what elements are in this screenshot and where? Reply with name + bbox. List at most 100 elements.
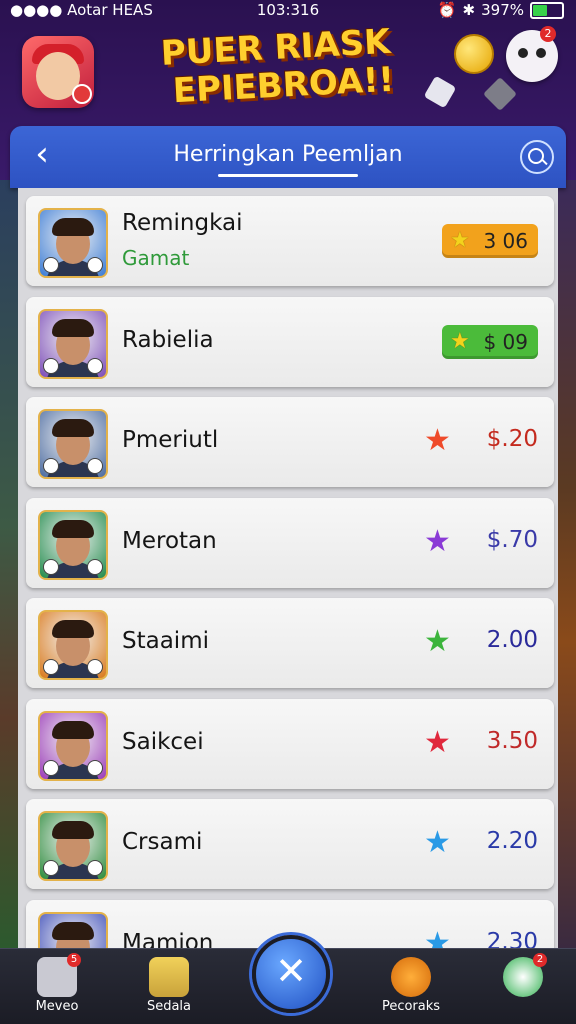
avatar-hair — [52, 921, 94, 940]
star-icon: ★ — [424, 423, 451, 458]
avatar-hair — [52, 620, 94, 638]
player-subtitle: Gamat — [122, 246, 190, 270]
title-underline — [218, 174, 358, 177]
avatar-badge-left-icon — [43, 458, 59, 474]
player-name: Pmeriutl — [122, 427, 219, 453]
star-icon: ★ — [424, 925, 451, 948]
score-pill[interactable]: ★ $ 09 — [442, 324, 538, 359]
score-value: $ 09 — [483, 329, 528, 354]
star-icon: ★ — [424, 624, 451, 659]
score-value-group: ★ $.20 — [408, 424, 538, 458]
list-item[interactable]: Crsami ★ 2.20 — [26, 799, 554, 889]
bluetooth-icon: ✱ — [462, 1, 476, 19]
title-bar: ‹ Herringkan Peemljan — [10, 126, 566, 188]
player-avatar — [38, 610, 108, 680]
app-header: PUER RIASK EPIEBROA!! 2 — [0, 22, 576, 126]
avatar-badge-right-icon — [87, 357, 103, 374]
avatar-badge-left-icon — [43, 659, 59, 675]
search-icon[interactable] — [520, 140, 554, 174]
star-icon: ★ — [424, 724, 451, 760]
play-button[interactable]: ✕ — [252, 935, 330, 1013]
battery-icon — [530, 1, 564, 19]
star-icon: ★ — [424, 523, 451, 559]
avatar-hair — [52, 720, 94, 739]
battery-percent: 397% — [481, 1, 524, 19]
player-name: Remingkai — [122, 210, 243, 236]
mascot-badge: 2 — [540, 26, 556, 42]
avatar-hair — [52, 218, 94, 236]
bottom-nav: 5 Meveo Sedala ✕ Pecoraks 2 — [0, 935, 576, 1024]
gem-grey-icon — [483, 77, 517, 111]
score-value-group: ★ 2.20 — [408, 826, 538, 860]
profile-avatar[interactable] — [22, 36, 94, 108]
status-bar: ●●●● Aotar HEAS 103:316 ⏰ ✱ 397% — [0, 0, 576, 22]
avatar-hair — [52, 519, 94, 538]
avatar-badge-right-icon — [87, 759, 103, 776]
player-name: Saikcei — [122, 728, 204, 755]
score-value-group: ★ 3.50 — [408, 725, 538, 759]
nav-label: Sedala — [146, 999, 192, 1014]
player-avatar — [38, 811, 108, 881]
score-value: $.20 — [486, 426, 538, 452]
star-icon: ★ — [450, 328, 470, 354]
avatar-badge-right-icon — [87, 458, 103, 474]
avatar-badge-right-icon — [87, 558, 103, 575]
avatar-badge-right-icon — [87, 860, 103, 876]
list-item[interactable]: Staaimi ★ 2.00 — [26, 598, 554, 688]
player-avatar — [38, 509, 108, 580]
star-icon: ★ — [450, 228, 470, 253]
nav-badge: 5 — [67, 953, 81, 967]
avatar-badge-right-icon — [87, 257, 103, 273]
score-value: 3 06 — [483, 229, 528, 253]
score-value-group: ★ 2.00 — [408, 625, 538, 659]
mascot-nav-icon: 2 — [503, 953, 547, 997]
box-icon — [149, 957, 189, 997]
page-title: Herringkan Peemljan — [173, 142, 403, 167]
player-name: Rabielia — [122, 326, 214, 353]
nav-label: Meveo — [35, 999, 79, 1014]
nav-badge: 2 — [533, 953, 547, 967]
player-name: Merotan — [122, 527, 217, 554]
player-avatar — [38, 208, 108, 278]
score-value: 2.20 — [486, 828, 538, 854]
nav-item-shop[interactable]: Sedala — [124, 953, 214, 1023]
avatar-badge-left-icon — [43, 257, 59, 273]
star-icon: ★ — [424, 825, 451, 860]
list-item[interactable]: Remingkai Gamat ★ 3 06 — [26, 196, 554, 286]
pet-face-icon — [391, 957, 431, 997]
player-name: Crsami — [122, 829, 203, 855]
player-name: Mamion — [122, 929, 214, 949]
score-value: 2.30 — [486, 928, 538, 949]
player-avatar — [38, 911, 108, 948]
list-item[interactable]: Rabielia ★ $ 09 — [26, 296, 554, 387]
player-name: Staaimi — [122, 628, 209, 654]
list-item[interactable]: Saikcei ★ 3.50 — [26, 698, 554, 789]
house-icon: 5 — [37, 953, 81, 997]
nav-item-pets[interactable]: Pecoraks — [366, 953, 456, 1023]
cross-icon: ✕ — [275, 949, 307, 993]
avatar-hair — [52, 318, 94, 337]
avatar-badge-left-icon — [43, 558, 59, 575]
score-pill[interactable]: ★ 3 06 — [442, 224, 538, 258]
game-logo: PUER RIASK EPIEBROA!! — [160, 21, 424, 118]
player-avatar — [38, 308, 108, 379]
avatar-badge-left-icon — [43, 860, 59, 876]
score-value-group: ★ $.70 — [408, 524, 538, 558]
avatar-hair — [52, 821, 94, 839]
avatar-badge-left-icon — [43, 357, 59, 374]
score-value: $.70 — [486, 526, 538, 553]
nav-item-profile[interactable]: 2 — [478, 953, 568, 1023]
list-item[interactable]: Merotan ★ $.70 — [26, 497, 554, 588]
score-value: 3.50 — [486, 727, 538, 754]
list-item[interactable]: Pmeriutl ★ $.20 — [26, 397, 554, 487]
nav-label: Pecoraks — [381, 999, 441, 1014]
score-value-group: ★ 2.30 — [408, 925, 538, 949]
nav-item-home[interactable]: 5 Meveo — [12, 953, 102, 1023]
avatar-badge-right-icon — [87, 659, 103, 675]
score-value: 2.00 — [486, 627, 538, 653]
status-right: ⏰ ✱ 397% — [438, 1, 564, 19]
coin-icon[interactable] — [454, 34, 494, 74]
avatar-hair — [52, 419, 94, 437]
notification-dot — [72, 84, 92, 104]
player-avatar — [38, 409, 108, 479]
